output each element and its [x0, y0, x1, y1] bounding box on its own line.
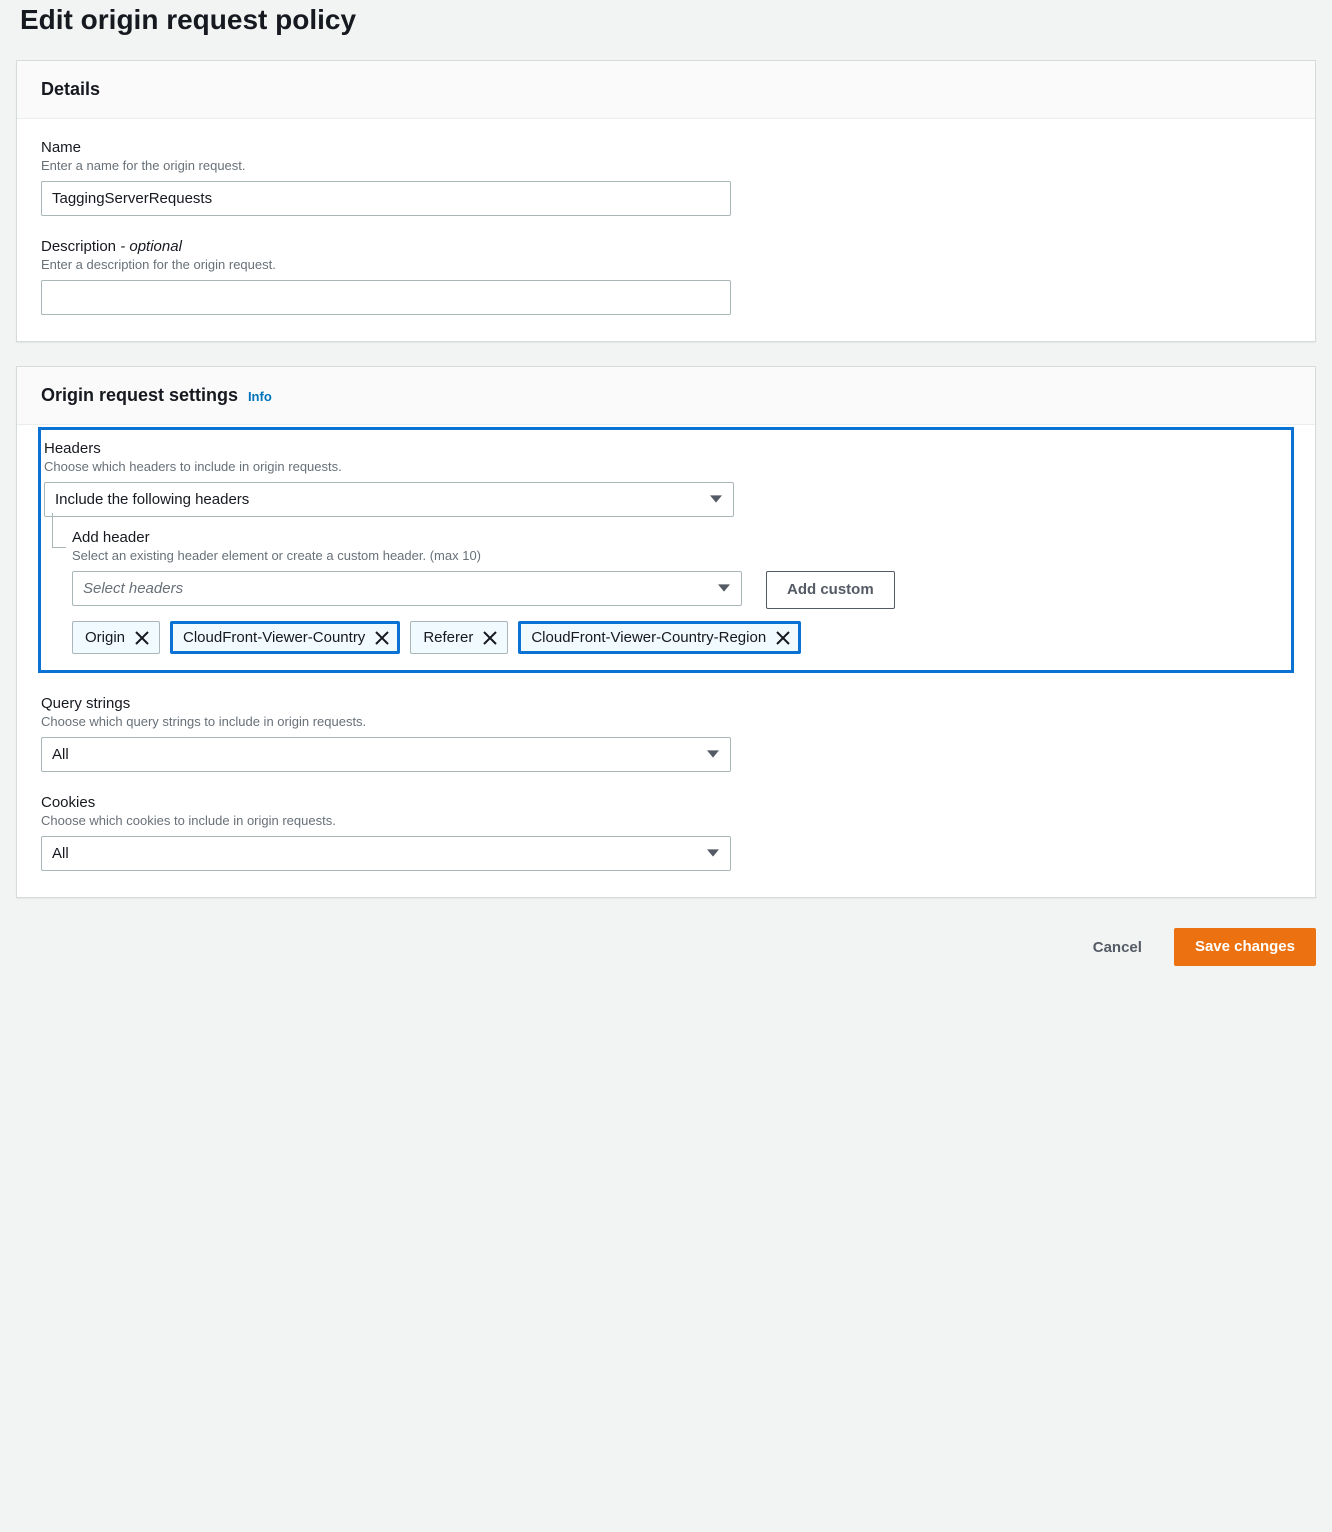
query-strings-value: All	[41, 737, 731, 772]
header-tag-text: CloudFront-Viewer-Country	[183, 629, 365, 646]
cookies-group: Cookies Choose which cookies to include …	[41, 794, 1291, 871]
details-header: Details	[17, 61, 1315, 119]
headers-highlight-box: Headers Choose which headers to include …	[38, 427, 1294, 673]
query-strings-label: Query strings	[41, 695, 1291, 712]
close-icon[interactable]	[135, 631, 149, 645]
info-link[interactable]: Info	[248, 389, 272, 404]
query-strings-group: Query strings Choose which query strings…	[41, 695, 1291, 772]
header-tag-origin[interactable]: Origin	[72, 621, 160, 654]
details-panel: Details Name Enter a name for the origin…	[16, 60, 1316, 342]
details-heading: Details	[41, 79, 100, 99]
actions-row: Cancel Save changes	[16, 922, 1316, 966]
name-input[interactable]	[41, 181, 731, 216]
headers-select-value: Include the following headers	[44, 482, 734, 517]
name-field-group: Name Enter a name for the origin request…	[41, 139, 1291, 216]
add-header-subsection: Add header Select an existing header ele…	[50, 529, 1288, 609]
header-tag-referer[interactable]: Referer	[410, 621, 508, 654]
add-header-select[interactable]: Select headers	[72, 571, 742, 606]
close-icon[interactable]	[375, 631, 389, 645]
headers-hint: Choose which headers to include in origi…	[44, 459, 1288, 474]
description-hint: Enter a description for the origin reque…	[41, 257, 1291, 272]
description-label-text: Description	[41, 238, 116, 255]
cookies-select[interactable]: All	[41, 836, 731, 871]
cookies-label: Cookies	[41, 794, 1291, 811]
description-optional-suffix: - optional	[116, 238, 182, 255]
cancel-button[interactable]: Cancel	[1075, 928, 1160, 966]
settings-panel: Origin request settings Info Headers Cho…	[16, 366, 1316, 898]
name-label: Name	[41, 139, 1291, 156]
header-tag-text: Referer	[423, 629, 473, 646]
description-label: Description - optional	[41, 238, 1291, 255]
add-header-hint: Select an existing header element or cre…	[72, 548, 1288, 563]
header-tag-cloudfront-viewer-country[interactable]: CloudFront-Viewer-Country	[170, 621, 400, 654]
settings-header: Origin request settings Info	[17, 367, 1315, 425]
header-tag-text: CloudFront-Viewer-Country-Region	[531, 629, 766, 646]
query-strings-hint: Choose which query strings to include in…	[41, 714, 1291, 729]
description-field-group: Description - optional Enter a descripti…	[41, 238, 1291, 315]
header-tags-row: Origin CloudFront-Viewer-Country Referer	[72, 621, 1288, 654]
query-strings-select[interactable]: All	[41, 737, 731, 772]
header-tag-cloudfront-viewer-country-region[interactable]: CloudFront-Viewer-Country-Region	[518, 621, 801, 654]
add-custom-button[interactable]: Add custom	[766, 571, 895, 609]
description-input[interactable]	[41, 280, 731, 315]
save-button[interactable]: Save changes	[1174, 928, 1316, 966]
add-header-label: Add header	[72, 529, 1288, 546]
cookies-value: All	[41, 836, 731, 871]
add-header-placeholder: Select headers	[72, 571, 742, 606]
header-tag-text: Origin	[85, 629, 125, 646]
cookies-hint: Choose which cookies to include in origi…	[41, 813, 1291, 828]
close-icon[interactable]	[483, 631, 497, 645]
headers-select[interactable]: Include the following headers	[44, 482, 734, 517]
close-icon[interactable]	[776, 631, 790, 645]
settings-heading: Origin request settings	[41, 385, 238, 405]
name-hint: Enter a name for the origin request.	[41, 158, 1291, 173]
headers-label: Headers	[44, 440, 1288, 457]
page-title: Edit origin request policy	[16, 4, 1316, 60]
